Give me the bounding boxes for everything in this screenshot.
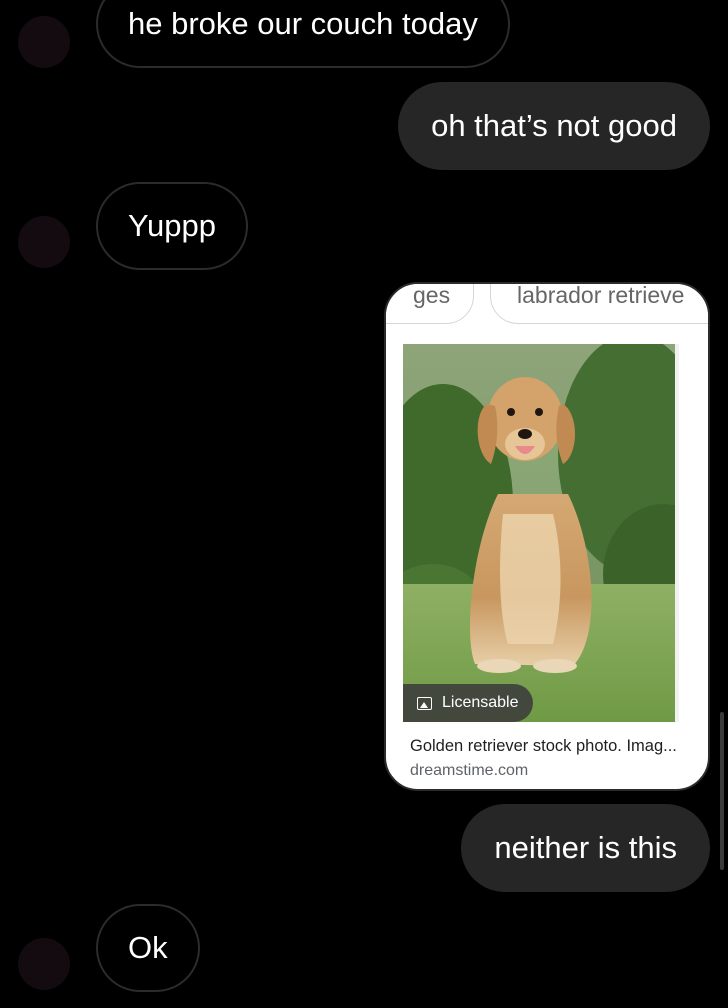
incoming-message-bubble[interactable]: he broke our couch today <box>96 0 510 68</box>
search-chip-label: ges <box>413 282 451 308</box>
incoming-message-bubble[interactable]: Ok <box>96 904 200 992</box>
search-chip: ges <box>386 282 474 324</box>
dog-illustration <box>403 344 679 722</box>
image-source: dreamstime.com <box>410 762 529 779</box>
outgoing-message-bubble[interactable]: neither is this <box>461 804 710 892</box>
image-icon <box>417 696 432 710</box>
incoming-message-bubble[interactable]: Yuppp <box>96 182 248 270</box>
contact-avatar[interactable] <box>18 16 70 68</box>
contact-avatar[interactable] <box>18 216 70 268</box>
licensable-badge: Licensable <box>403 684 533 722</box>
badge-label: Licensable <box>442 694 519 711</box>
golden-retriever-photo: Licensable <box>403 344 679 722</box>
image-caption: Golden retriever stock photo. Imag... <box>410 737 677 755</box>
shared-image-message[interactable]: ges labrador retrieve Licensable Golden … <box>384 282 710 791</box>
search-chip-label: labrador retrieve <box>517 282 685 308</box>
contact-avatar[interactable] <box>18 938 70 990</box>
outgoing-message-bubble[interactable]: oh that’s not good <box>398 82 710 170</box>
search-chip: labrador retrieve <box>490 282 708 324</box>
scrollbar[interactable] <box>720 712 724 870</box>
